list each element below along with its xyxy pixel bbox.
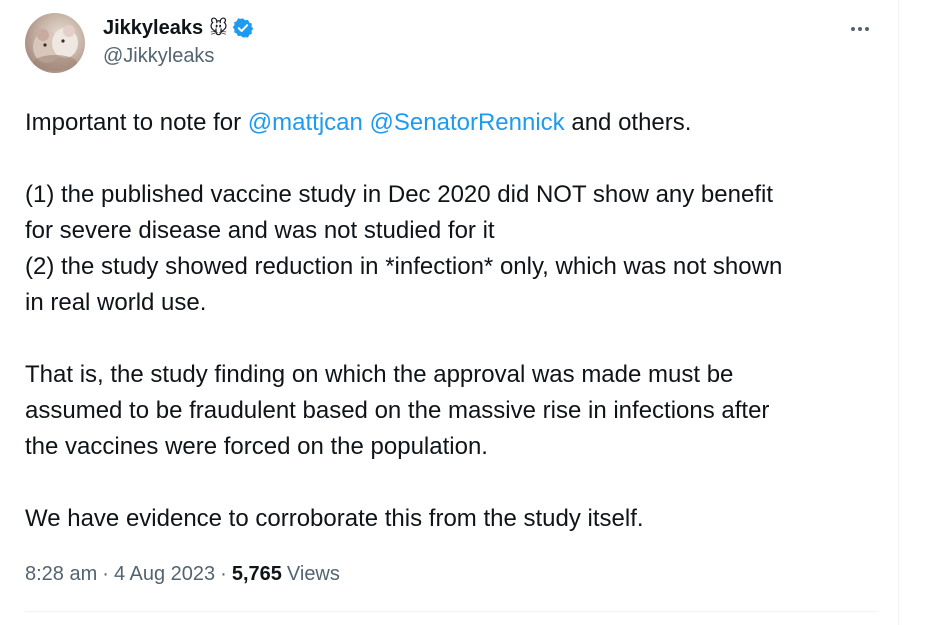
verified-badge-icon <box>232 17 254 39</box>
tweet-time[interactable]: 8:28 am <box>25 563 97 586</box>
name-row: Jikkyleaks 🐭 <box>103 15 254 41</box>
mention-link-senatorrennick[interactable]: @SenatorRennick <box>370 109 565 136</box>
text-line: (1) the published vaccine study in Dec 2… <box>25 181 773 208</box>
tweet: Jikkyleaks 🐭 @Jikkyleaks Important to no… <box>25 13 877 586</box>
tweet-header: Jikkyleaks 🐭 @Jikkyleaks <box>25 13 877 75</box>
meta-separator: · <box>220 563 227 585</box>
views-count: 5,765 <box>231 563 282 585</box>
text-line: (2) the study showed reduction in *infec… <box>25 253 783 280</box>
views-label: Views <box>286 563 340 585</box>
meta-separator: · <box>102 563 109 585</box>
text-line: That is, the study finding on which the … <box>25 361 734 388</box>
text-line: the vaccines were forced on the populati… <box>25 433 488 460</box>
divider <box>25 611 877 612</box>
avatar[interactable] <box>25 13 85 73</box>
mouse-emoji-icon: 🐭 <box>209 18 228 38</box>
text-line: We have evidence to corroborate this fro… <box>25 505 644 532</box>
more-dot <box>865 27 869 31</box>
author-handle[interactable]: @Jikkyleaks <box>103 45 254 68</box>
author-display-name[interactable]: Jikkyleaks <box>103 17 203 40</box>
text-line: in real world use. <box>25 289 207 316</box>
more-options-icon[interactable] <box>843 19 877 39</box>
more-dot <box>851 27 855 31</box>
tweet-paragraph: Important to note for @mattjcan @Senator… <box>25 105 877 141</box>
mention-link-mattjcan[interactable]: @mattjcan <box>248 109 363 136</box>
tweet-paragraph: We have evidence to corroborate this fro… <box>25 501 877 537</box>
text-line: for severe disease and was not studied f… <box>25 217 495 244</box>
intro-suffix-text: and others. <box>564 109 692 136</box>
more-dot <box>858 27 862 31</box>
author-names: Jikkyleaks 🐭 @Jikkyleaks <box>103 15 254 68</box>
tweet-paragraph: That is, the study finding on which the … <box>25 357 877 465</box>
column-border <box>898 0 899 625</box>
tweet-text: Important to note for @mattjcan @Senator… <box>25 105 877 537</box>
tweet-date[interactable]: 4 Aug 2023 <box>114 563 215 586</box>
tweet-paragraph: (1) the published vaccine study in Dec 2… <box>25 177 877 321</box>
tweet-meta: 8:28 am · 4 Aug 2023 · 5,765 Views <box>25 563 877 586</box>
text-line: assumed to be fraudulent based on the ma… <box>25 397 770 424</box>
intro-text: Important to note for <box>25 109 248 136</box>
